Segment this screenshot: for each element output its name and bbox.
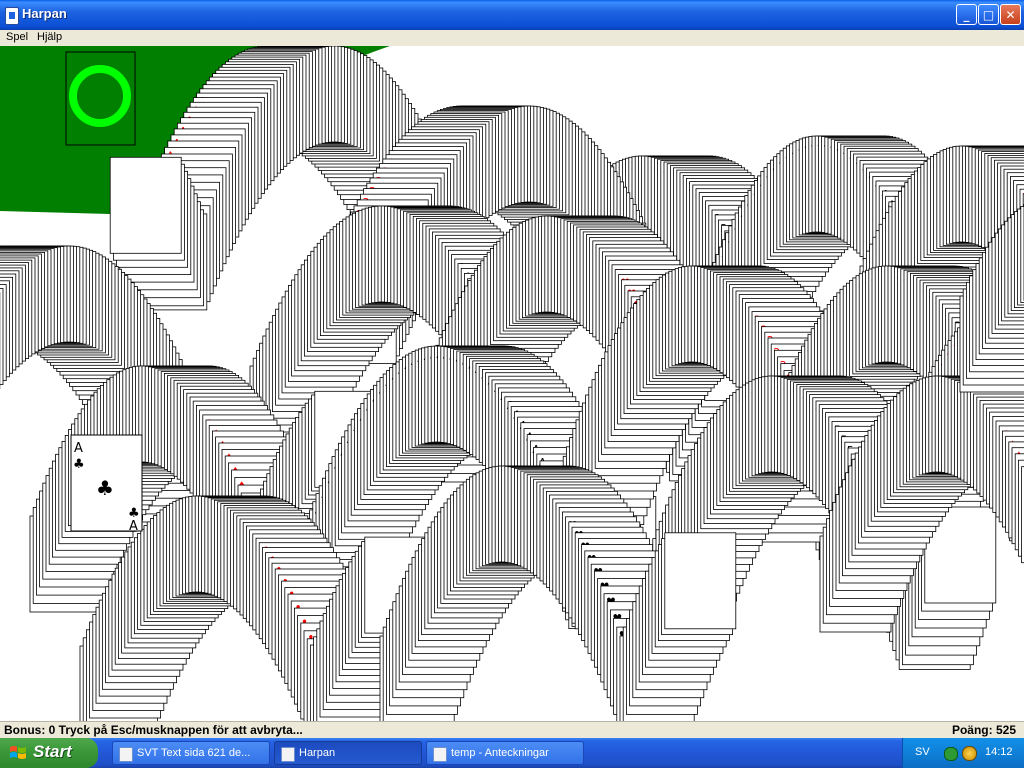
card-rank-top: A (74, 441, 83, 456)
taskbar-item-svt[interactable]: SVT Text sida 621 de... (112, 741, 270, 765)
trail-card (664, 532, 737, 630)
start-button[interactable]: Start (0, 738, 98, 768)
menu-hjalp[interactable]: Hjälp (37, 31, 62, 43)
windows-logo-icon (10, 746, 26, 759)
card-cascade-canvas: AAAAAAAAAAAAAAAAAAAAAAAAAAAAAAAAAAAAAAAA… (0, 46, 1024, 721)
network-icon[interactable] (962, 746, 977, 761)
status-bar: Bonus: 0 Tryck på Esc/musknappen för att… (0, 721, 1024, 739)
trail-card (0, 288, 4, 385)
ace-of-clubs-card: A ♣ ♣ ♣ A (70, 434, 143, 534)
taskbar-item-notepad[interactable]: temp - Anteckningar (426, 741, 584, 765)
notepad-icon (433, 747, 447, 762)
clock: 14:12 (985, 746, 1013, 758)
card-rank-bottom: A (129, 519, 138, 534)
help-icon[interactable] (944, 747, 958, 761)
taskbar-item-label: SVT Text sida 621 de... (137, 747, 251, 759)
menu-spel[interactable]: Spel (6, 31, 28, 43)
minimize-button[interactable]: _ (956, 4, 977, 25)
taskbar-item-harpan[interactable]: Harpan (274, 741, 422, 765)
taskbar-item-label: Harpan (299, 747, 336, 759)
title-bar[interactable]: Harpan _ □ ✕ (0, 0, 1024, 30)
language-indicator[interactable]: SV (915, 746, 930, 758)
score-display: Poäng: 525 (951, 723, 1016, 737)
club-center-icon: ♣ (96, 476, 114, 500)
maximize-button[interactable]: □ (978, 4, 999, 25)
trail-card (109, 156, 182, 254)
start-label: Start (33, 742, 72, 761)
menu-bar: Spel Hjälp (0, 30, 1024, 46)
close-button[interactable]: ✕ (1000, 4, 1021, 25)
status-message: Bonus: 0 Tryck på Esc/musknappen för att… (4, 723, 303, 737)
club-icon: ♣ (73, 457, 85, 472)
app-icon (5, 7, 19, 25)
taskbar: Start SVT Text sida 621 de... Harpan tem… (0, 738, 1024, 768)
browser-icon (119, 747, 133, 762)
taskbar-item-label: temp - Anteckningar (451, 747, 549, 759)
game-area[interactable]: AAAAAAAAAAAAAAAAAAAAAAAAAAAAAAAAAAAAAAAA… (0, 46, 1024, 721)
solitaire-icon (281, 747, 295, 762)
window-title: Harpan (22, 6, 67, 21)
